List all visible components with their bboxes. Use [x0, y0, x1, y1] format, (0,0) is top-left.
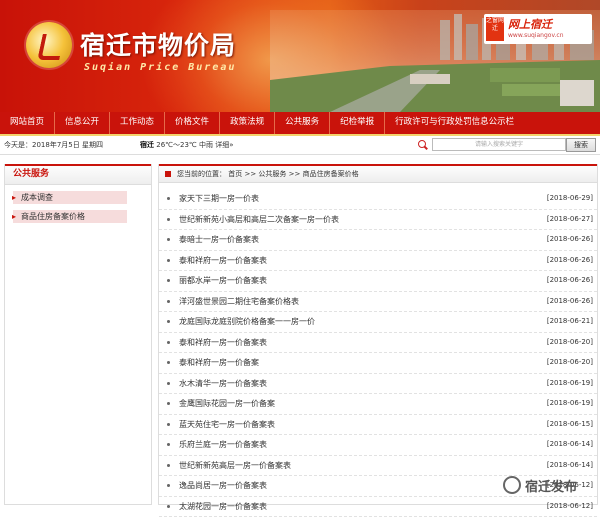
list-item[interactable]: 泰和祥府一房一价备案表 [2018-06-26] — [159, 251, 597, 272]
list-item-title[interactable]: 世纪新新苑小高层和高层二次备案一房一价表 — [179, 214, 339, 225]
list-item-date: [2018-06-15] — [547, 420, 593, 428]
list-item[interactable]: 泰和祥府一房一价备案表 [2018-06-20] — [159, 333, 597, 354]
bullet-icon — [167, 484, 170, 487]
bureau-logo-icon — [26, 22, 72, 68]
breadcrumb: 您当前的位置： 首页 >> 公共服务 >> 商品住房备案价格 — [159, 164, 597, 183]
list-item-date: [2018-06-26] — [547, 235, 593, 243]
bullet-icon — [167, 402, 170, 405]
watermark-text: 宿迁发布 — [525, 476, 577, 495]
bullet-icon — [167, 218, 170, 221]
list-item[interactable]: 金鹰国际花园一房一价备案 [2018-06-19] — [159, 394, 597, 415]
badge-url: www.suqiangov.cn — [508, 32, 564, 39]
list-item-title[interactable]: 乐府兰庭一房一价备案表 — [179, 439, 267, 450]
list-item[interactable]: 洋河盛世景园二期住宅备案价格表 [2018-06-26] — [159, 292, 597, 313]
list-item-title[interactable]: 龙庭国际龙庭别院价格备案一一房一价 — [179, 316, 315, 327]
list-item-date: [2018-06-19] — [547, 379, 593, 387]
bullet-icon — [167, 197, 170, 200]
nav-work-news[interactable]: 工作动态 — [110, 112, 165, 134]
bullet-icon — [167, 382, 170, 385]
bullet-icon — [167, 505, 170, 508]
list-item-title[interactable]: 泰暗士一房一价备案表 — [179, 234, 259, 245]
sidebar: 公共服务 成本调查 商品住房备案价格 — [4, 164, 152, 505]
list-item-title[interactable]: 太湖花园一房一价备案表 — [179, 501, 267, 512]
wechat-icon — [503, 476, 521, 494]
list-item-date: [2018-06-14] — [547, 440, 593, 448]
list-item-date: [2018-06-26] — [547, 276, 593, 284]
list-item[interactable]: 蓝天苑住宅一房一价备案表 [2018-06-15] — [159, 415, 597, 436]
site-title: 宿迁市物价局 — [80, 26, 236, 62]
filing-list: 家天下三期一房一价表 [2018-06-29] 世纪新新苑小高层和高层二次备案一房… — [159, 189, 597, 517]
main-content: 您当前的位置： 首页 >> 公共服务 >> 商品住房备案价格 家天下三期一房一价… — [158, 164, 598, 505]
bullet-icon — [167, 320, 170, 323]
list-item-title[interactable]: 金鹰国际花园一房一价备案 — [179, 398, 275, 409]
list-item-date: [2018-06-12] — [547, 502, 593, 510]
list-item-title[interactable]: 洋河盛世景园二期住宅备案价格表 — [179, 296, 299, 307]
nav-report[interactable]: 纪检举报 — [330, 112, 385, 134]
bullet-icon — [167, 259, 170, 262]
search-button[interactable]: 搜索 — [566, 138, 596, 152]
site-subtitle: Suqian Price Bureau — [84, 62, 236, 73]
list-item[interactable]: 世纪新新苑小高层和高层二次备案一房一价表 [2018-06-27] — [159, 210, 597, 231]
list-item-date: [2018-06-20] — [547, 358, 593, 366]
list-item-title[interactable]: 蓝天苑住宅一房一价备案表 — [179, 419, 275, 430]
bullet-icon — [167, 423, 170, 426]
badge-text: 网上宿迁 — [508, 16, 552, 32]
list-item-title[interactable]: 丽都水岸一房一价备案表 — [179, 275, 267, 286]
list-item-title[interactable]: 泰和祥府一房一价备案表 — [179, 337, 267, 348]
sidebar-header: 公共服务 — [5, 164, 151, 185]
nav-home[interactable]: 网站首页 — [0, 112, 55, 134]
nav-price-docs[interactable]: 价格文件 — [165, 112, 220, 134]
list-item-title[interactable]: 泰和祥府一房一价备案表 — [179, 255, 267, 266]
list-item-date: [2018-06-14] — [547, 461, 593, 469]
list-item[interactable]: 丽都水岸一房一价备案表 [2018-06-26] — [159, 271, 597, 292]
list-item-title[interactable]: 家天下三期一房一价表 — [179, 193, 259, 204]
nav-info-open[interactable]: 信息公开 — [55, 112, 110, 134]
online-suqian-badge[interactable]: 之窗网迁 网上宿迁 www.suqiangov.cn — [484, 14, 592, 44]
list-item-date: [2018-06-26] — [547, 297, 593, 305]
list-item[interactable]: 水木清华一房一价备案表 [2018-06-19] — [159, 374, 597, 395]
sidebar-title: 公共服务 — [13, 166, 49, 182]
list-item-date: [2018-06-27] — [547, 215, 593, 223]
weather-city: 宿迁 — [140, 141, 154, 149]
list-item[interactable]: 乐府兰庭一房一价备案表 [2018-06-14] — [159, 435, 597, 456]
list-item-date: [2018-06-26] — [547, 256, 593, 264]
list-item-date: [2018-06-20] — [547, 338, 593, 346]
bullet-icon — [167, 361, 170, 364]
nav-policy[interactable]: 政策法规 — [220, 112, 275, 134]
list-item-title[interactable]: 水木清华一房一价备案表 — [179, 378, 267, 389]
watermark: 宿迁发布 — [503, 470, 577, 500]
list-item-title[interactable]: 泰和祥府一房一价备案 — [179, 357, 259, 368]
badge-tag: 之窗网迁 — [486, 17, 504, 41]
bullet-icon — [167, 341, 170, 344]
search-icon — [418, 140, 426, 148]
list-item-date: [2018-06-29] — [547, 194, 593, 202]
weather-detail[interactable]: 26℃～23℃ 中雨 详细» — [156, 141, 233, 149]
nav-admin-permit[interactable]: 行政许可与行政处罚信息公示栏 — [385, 112, 524, 134]
list-item[interactable]: 龙庭国际龙庭别院价格备案一一房一价 [2018-06-21] — [159, 312, 597, 333]
weather: 宿迁 26℃～23℃ 中雨 详细» — [140, 140, 234, 150]
sidebar-item-cost-survey[interactable]: 成本调查 — [13, 191, 127, 204]
info-bar: 今天是：2018年7月5日 星期四 宿迁 26℃～23℃ 中雨 详细» 请输入搜… — [0, 136, 600, 155]
list-item[interactable]: 泰和祥府一房一价备案 [2018-06-20] — [159, 353, 597, 374]
bullet-icon — [167, 464, 170, 467]
list-item[interactable]: 泰暗士一房一价备案表 [2018-06-26] — [159, 230, 597, 251]
today-date: 今天是：2018年7月5日 星期四 — [4, 140, 103, 150]
list-item-title[interactable]: 世纪新新苑高层一房一价备案表 — [179, 460, 291, 471]
list-item-date: [2018-06-21] — [547, 317, 593, 325]
bullet-icon — [167, 443, 170, 446]
header-banner: 宿迁市物价局 Suqian Price Bureau 之窗网迁 网上宿迁 www… — [0, 0, 600, 112]
list-item[interactable]: 家天下三期一房一价表 [2018-06-29] — [159, 189, 597, 210]
list-item-date: [2018-06-19] — [547, 399, 593, 407]
list-item-title[interactable]: 逸品尚居一房一价备案表 — [179, 480, 267, 491]
bullet-icon — [167, 279, 170, 282]
main-nav: 网站首页 信息公开 工作动态 价格文件 政策法规 公共服务 纪检举报 行政许可与… — [0, 112, 600, 136]
search-input[interactable]: 请输入搜索关键字 — [432, 138, 566, 151]
nav-public-service[interactable]: 公共服务 — [275, 112, 330, 134]
sidebar-item-housing-price[interactable]: 商品住房备案价格 — [13, 210, 127, 223]
bullet-icon — [167, 238, 170, 241]
bullet-icon — [167, 300, 170, 303]
